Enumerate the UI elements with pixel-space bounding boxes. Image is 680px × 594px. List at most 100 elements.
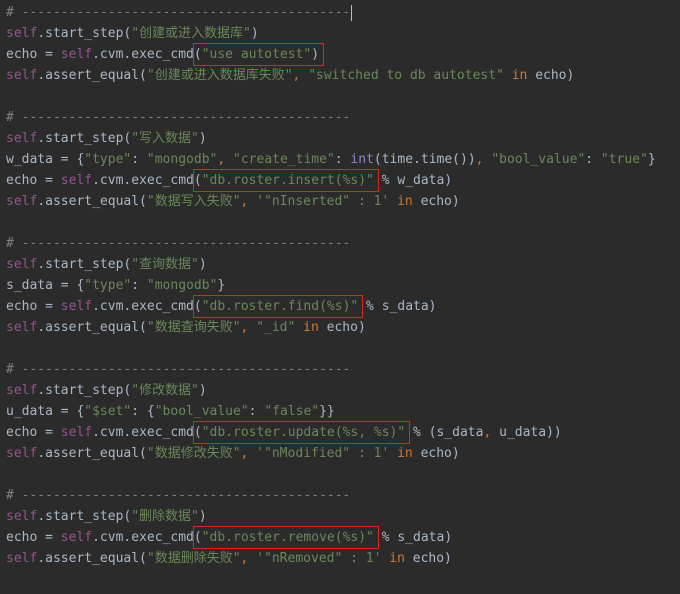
self-keyword: self bbox=[60, 299, 93, 314]
code-line[interactable]: echo = self.cvm.exec_cmd("db.roster.remo… bbox=[0, 526, 680, 549]
code-line[interactable]: self.assert_equal("数据修改失败", '"nModified"… bbox=[0, 443, 680, 464]
code-text: .assert_equal( bbox=[37, 320, 147, 335]
code-text: ) bbox=[198, 383, 207, 398]
code-line[interactable]: echo = self.cvm.exec_cmd("db.roster.inse… bbox=[0, 169, 680, 192]
code-line[interactable]: # --------------------------------------… bbox=[0, 107, 680, 128]
code-line[interactable]: w_data = {"type": "mongodb", "create_tim… bbox=[0, 149, 680, 170]
code-line[interactable]: self.assert_equal("数据查询失败", "_id" in ech… bbox=[0, 317, 680, 338]
code-line[interactable]: echo = self.cvm.exec_cmd("db.roster.upda… bbox=[0, 421, 680, 444]
code-text: % (s_data bbox=[405, 425, 484, 440]
highlight-box: ("db.roster.find(%s)" bbox=[192, 295, 364, 318]
code-text: } bbox=[647, 152, 656, 167]
code-line[interactable]: # --------------------------------------… bbox=[0, 485, 680, 506]
keyword: in bbox=[381, 551, 413, 566]
string-literal: "type" bbox=[84, 278, 132, 293]
code-line[interactable] bbox=[0, 212, 680, 233]
code-text: .start_step( bbox=[37, 509, 132, 524]
code-line[interactable]: # --------------------------------------… bbox=[0, 359, 680, 380]
code-text: .assert_equal( bbox=[37, 194, 147, 209]
string-literal: "switched to db autotest" bbox=[308, 68, 504, 83]
string-literal: "false" bbox=[264, 404, 320, 419]
code-text: .start_step( bbox=[37, 131, 132, 146]
self-keyword: self bbox=[6, 131, 38, 146]
code-text: : bbox=[585, 152, 601, 167]
code-text: .start_step( bbox=[37, 257, 132, 272]
code-text: % s_data) bbox=[373, 530, 453, 545]
string-literal: '"nRemoved" : 1' bbox=[256, 551, 382, 566]
string-literal: "true" bbox=[600, 152, 648, 167]
highlight-box: ("db.roster.insert(%s)" bbox=[192, 169, 379, 192]
keyword: , bbox=[483, 425, 500, 440]
code-line[interactable]: echo = self.cvm.exec_cmd("db.roster.find… bbox=[0, 295, 680, 318]
code-line[interactable] bbox=[0, 86, 680, 107]
keyword: , bbox=[240, 320, 257, 335]
string-literal: "数据查询失败" bbox=[146, 320, 241, 335]
code-text: .cvm.exec_cmd bbox=[92, 173, 194, 188]
self-keyword: self bbox=[60, 425, 93, 440]
string-literal: "use autotest" bbox=[201, 47, 312, 62]
code-text: ) bbox=[198, 257, 207, 272]
code-text: .assert_equal( bbox=[37, 551, 147, 566]
code-line[interactable]: # --------------------------------------… bbox=[0, 233, 680, 254]
string-literal: "db.roster.remove(%s)" bbox=[201, 530, 374, 545]
code-text: echo) bbox=[326, 320, 366, 335]
code-editor[interactable]: # --------------------------------------… bbox=[0, 0, 680, 594]
code-line[interactable] bbox=[0, 338, 680, 359]
code-line[interactable]: self.start_step("修改数据") bbox=[0, 380, 680, 401]
code-line[interactable]: self.assert_equal("创建或进入数据库失败", "switche… bbox=[0, 65, 680, 86]
string-literal: "type" bbox=[84, 152, 132, 167]
builtin-name: int bbox=[350, 152, 374, 167]
string-literal: "数据修改失败" bbox=[146, 446, 241, 461]
code-text: ( bbox=[193, 173, 202, 188]
code-text: .assert_equal( bbox=[37, 68, 147, 83]
keyword: in bbox=[295, 320, 327, 335]
code-text: echo = bbox=[6, 530, 61, 545]
code-line[interactable]: self.start_step("创建或进入数据库") bbox=[0, 23, 680, 44]
code-text: : bbox=[131, 278, 147, 293]
code-line[interactable]: s_data = {"type": "mongodb"} bbox=[0, 275, 680, 296]
code-text: echo = bbox=[6, 47, 61, 62]
keyword: in bbox=[503, 68, 536, 83]
self-keyword: self bbox=[60, 47, 93, 62]
code-line[interactable]: echo = self.cvm.exec_cmd("use autotest") bbox=[0, 43, 680, 66]
comment: # --------------------------------------… bbox=[6, 362, 351, 377]
code-line[interactable]: u_data = {"$set": {"bool_value": "false"… bbox=[0, 401, 680, 422]
self-keyword: self bbox=[6, 194, 38, 209]
code-text: .assert_equal( bbox=[37, 446, 147, 461]
code-text: .cvm.exec_cmd bbox=[92, 299, 194, 314]
code-text: echo = bbox=[6, 173, 61, 188]
code-text: ) bbox=[250, 26, 259, 41]
keyword: , bbox=[240, 551, 257, 566]
code-text: ( bbox=[193, 47, 202, 62]
code-line[interactable]: self.start_step("查询数据") bbox=[0, 254, 680, 275]
code-text: % s_data) bbox=[358, 299, 437, 314]
code-line[interactable]: self.start_step("删除数据") bbox=[0, 506, 680, 527]
string-literal: "create_time" bbox=[233, 152, 335, 167]
string-literal: "写入数据" bbox=[131, 131, 199, 146]
code-text: echo) bbox=[420, 194, 460, 209]
code-text: ( bbox=[193, 299, 202, 314]
comment: # --------------------------------------… bbox=[6, 488, 351, 503]
code-line[interactable]: self.assert_equal("数据写入失败", '"nInserted"… bbox=[0, 191, 680, 212]
self-keyword: self bbox=[6, 257, 38, 272]
code-line[interactable]: self.start_step("写入数据") bbox=[0, 128, 680, 149]
code-line[interactable] bbox=[0, 464, 680, 485]
self-keyword: self bbox=[6, 26, 38, 41]
code-text: : bbox=[334, 152, 351, 167]
string-literal: '"nModified" : 1' bbox=[256, 446, 390, 461]
code-line[interactable]: self.assert_equal("数据删除失败", '"nRemoved" … bbox=[0, 548, 680, 569]
self-keyword: self bbox=[6, 383, 38, 398]
code-text: : bbox=[131, 152, 147, 167]
code-text: .start_step( bbox=[37, 383, 132, 398]
string-literal: "查询数据" bbox=[131, 257, 199, 272]
code-text: u_data)) bbox=[499, 425, 562, 440]
string-literal: "删除数据" bbox=[131, 509, 199, 524]
keyword: , bbox=[240, 446, 257, 461]
code-text: u_data = { bbox=[6, 404, 85, 419]
code-text: }} bbox=[319, 404, 335, 419]
keyword: , bbox=[292, 68, 309, 83]
comment: # --------------------------------------… bbox=[6, 236, 351, 251]
self-keyword: self bbox=[60, 530, 93, 545]
self-keyword: self bbox=[6, 320, 38, 335]
code-line[interactable]: # --------------------------------------… bbox=[0, 2, 680, 23]
